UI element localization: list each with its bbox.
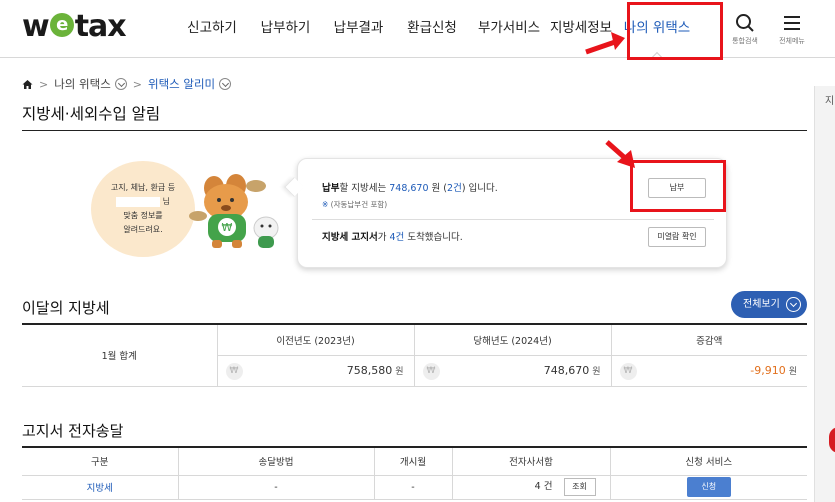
prev-year-value: 758,580 [346,363,393,377]
table-header-row: 1월 합계 이전년도 (2023년) 당해년도 (2024년) 증감액 [22,324,807,387]
breadcrumb-separator: > [39,77,49,91]
chevron-down-icon [786,297,801,312]
col-category: 구분 [22,447,179,476]
pay-label: 납부 [322,183,340,194]
col-prev-year: 이전년도 (2023년) [217,324,415,356]
nav-refund[interactable]: 환급신청 [395,0,469,58]
notice-line1: 고지, 체납, 환급 등 [110,183,176,192]
monthly-tax-title: 이달의 지방세 [22,299,110,317]
pay-won: 원 ( [428,183,448,194]
annotation-box-nav [627,2,723,60]
unread-check-button[interactable]: 미열람 확인 [648,227,706,247]
won-icon: ₩ [619,362,637,380]
unit: 원 [788,366,797,377]
svg-text:₩: ₩ [222,221,233,234]
notice-honorific: 님 [162,197,170,206]
col-method: 송달방법 [178,447,375,476]
e-delivery-table: 구분 송달방법 개시월 전자사서함 신청 서비스 지방세 - - 4 건 조회 … [22,446,807,500]
mailbox-count: 4 건 [534,481,553,492]
change-value: -9,910 [750,363,786,377]
payment-due-message: 납부할 지방세는 748,670 원 (2건) 입니다. [322,180,498,194]
chevron-down-icon[interactable] [114,78,127,90]
view-all-label: 전체보기 [743,299,780,310]
query-button[interactable]: 조회 [563,478,596,496]
home-icon[interactable] [22,79,33,90]
view-all-button[interactable]: 전체보기 [731,291,807,318]
col-change: 증감액 [611,324,807,356]
search-icon [736,14,754,32]
won-icon: ₩ [422,362,440,380]
monthly-tax-table: 1월 합계 이전년도 (2023년) 당해년도 (2024년) 증감액 ₩ 75… [22,323,807,387]
col-e-mailbox: 전자사서함 [452,447,611,476]
annotation-arrow-pay [605,140,635,168]
nav-pay-result[interactable]: 납부결과 [322,0,395,58]
bill-text: 가 [377,232,390,243]
col-this-year: 당해년도 (2024년) [414,324,612,356]
chevron-down-icon[interactable] [219,78,232,90]
col-start-month: 개시월 [374,447,453,476]
alarm-divider [312,219,714,220]
pay-amount: 748,670 [389,183,429,194]
this-year-cell: ₩ 748,670 원 [414,355,612,387]
change-amount: -9,910 원 [750,364,797,377]
note-text: (자동납부건 포함) [328,200,388,209]
this-year-amount: 748,670 원 [544,364,601,377]
breadcrumb-wetax-alarm[interactable]: 위택스 알리미 [148,76,215,92]
bill-tail: 도착했습니다. [404,232,463,243]
month-total-label: 1월 합계 [22,324,218,387]
row-type[interactable]: 지방세 [22,475,179,500]
notice-text: 고지, 체납, 환급 등 님 맞춤 정보를 알려드려요. [91,181,195,237]
nav-report[interactable]: 신고하기 [175,0,249,58]
row-service: 신청 [610,475,807,500]
auto-pay-note: ※ (자동납부건 포함) [322,199,387,210]
bill-arrival-message: 지방세 고지서가 4건 도착했습니다. [322,229,463,243]
pay-tail: ) 입니다. [461,183,498,194]
search-caption: 통합검색 [732,37,758,45]
apply-button[interactable]: 신청 [686,477,731,497]
row-start: - [374,475,453,500]
this-year-value: 748,670 [543,363,590,377]
notice-line4: 알려드려요. [123,225,163,234]
nav-extra-services[interactable]: 부가서비스 [469,0,549,58]
notice-line3: 맞춤 정보를 [123,211,163,220]
unit: 원 [395,366,404,377]
menu-caption: 전체메뉴 [779,37,805,45]
prev-year-cell: ₩ 758,580 원 [217,355,415,387]
unit: 원 [592,366,601,377]
breadcrumb-separator: > [132,77,142,91]
col-apply-service: 신청 서비스 [610,447,807,476]
table-header-row: 구분 송달방법 개시월 전자사서함 신청 서비스 [22,447,807,476]
annotation-arrow-nav [585,32,625,55]
change-cell: ₩ -9,910 원 [611,355,807,387]
breadcrumb: > 나의 위택스 > 위택스 알리미 [22,76,232,92]
mascot-illustration: ₩ [189,174,279,248]
hamburger-icon [784,16,800,30]
breadcrumb-my-wetax[interactable]: 나의 위택스 [54,76,111,92]
row-mailbox: 4 건 조회 [452,475,611,500]
all-menu-button[interactable]: 전체메뉴 [772,12,812,46]
pay-text: 할 지방세는 [339,183,390,194]
row-method: - [178,475,375,500]
nav-pay[interactable]: 납부하기 [249,0,322,58]
side-panel-label: 지 [825,96,835,107]
table-row: 지방세 - - 4 건 조회 신청 [22,475,807,500]
bill-count: 4건 [389,232,405,243]
e-delivery-title: 고지서 전자송달 [22,422,124,440]
search-button[interactable]: 통합검색 [725,12,765,46]
title-divider [22,130,807,131]
won-icon: ₩ [225,362,243,380]
notice-line2: 님 [91,195,195,209]
prev-year-amount: 758,580 원 [347,364,404,377]
bill-label: 지방세 고지서 [322,232,378,243]
page-title: 지방세·세외수입 알림 [22,105,161,123]
wetax-logo[interactable]: w e tax [22,8,127,44]
user-name-blank [116,196,161,207]
pay-count: 2건 [447,183,462,194]
annotation-box-pay [630,160,726,212]
